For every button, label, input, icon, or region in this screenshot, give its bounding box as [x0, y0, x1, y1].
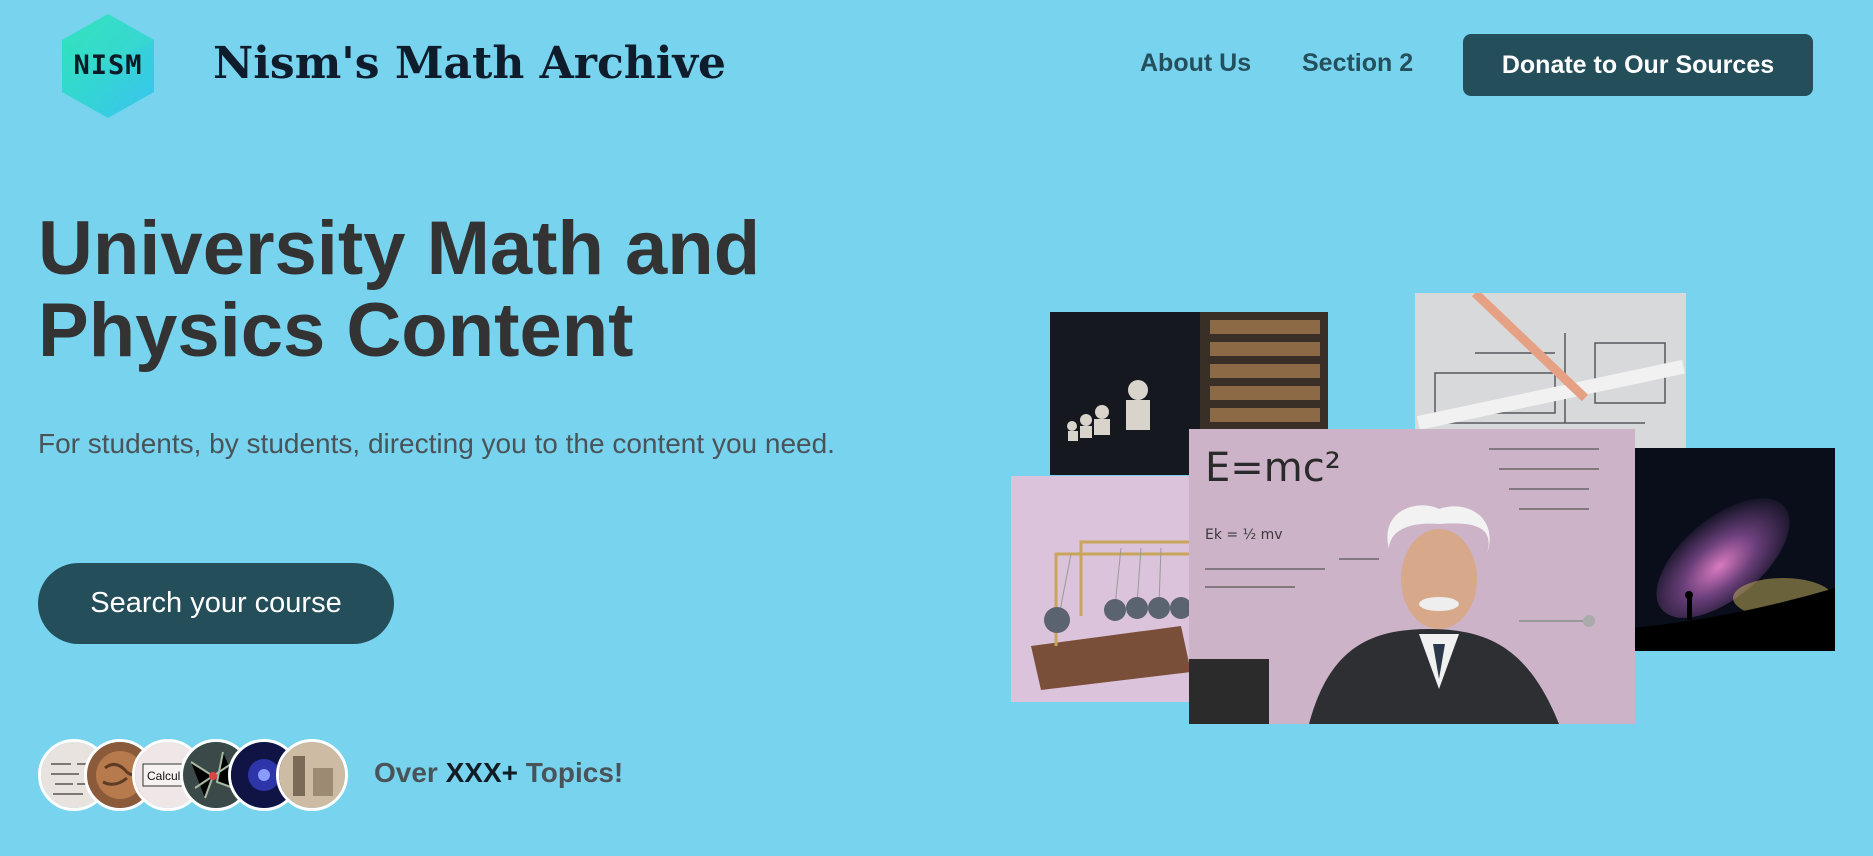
board-formula: E=mc² [1205, 445, 1341, 491]
milky-way-photo [1633, 448, 1835, 651]
hero-title-line-2: Physics Content [38, 288, 634, 373]
topics-count-text: Over XXX+ Topics! [374, 757, 623, 789]
einstein-figure-photo: E=mc² Ek = ½ mv [1189, 429, 1635, 724]
hero-title-line-1: University Math and [38, 206, 761, 291]
hero-title: University Math and Physics Content [38, 208, 898, 372]
drafting-drawing-photo [1415, 293, 1686, 448]
newtons-cradle-photo [1011, 476, 1191, 702]
search-course-button[interactable]: Search your course [38, 563, 394, 644]
board-fragment: Ek = ½ mv [1205, 527, 1283, 543]
topics-suffix: Topics! [518, 757, 624, 788]
donate-button[interactable]: Donate to Our Sources [1463, 34, 1813, 96]
site-title[interactable]: Nism's Math Archive [213, 38, 726, 89]
nav-section-2[interactable]: Section 2 [1302, 49, 1413, 78]
lab-equipment-avatar [276, 739, 348, 811]
hero-subtitle: For students, by students, directing you… [38, 428, 835, 459]
nav-about-us[interactable]: About Us [1140, 49, 1251, 78]
site-logo[interactable]: NISM [60, 12, 156, 120]
topics-count: XXX+ [445, 757, 518, 788]
topics-prefix: Over [374, 757, 446, 788]
logo-text: NISM [73, 50, 143, 81]
